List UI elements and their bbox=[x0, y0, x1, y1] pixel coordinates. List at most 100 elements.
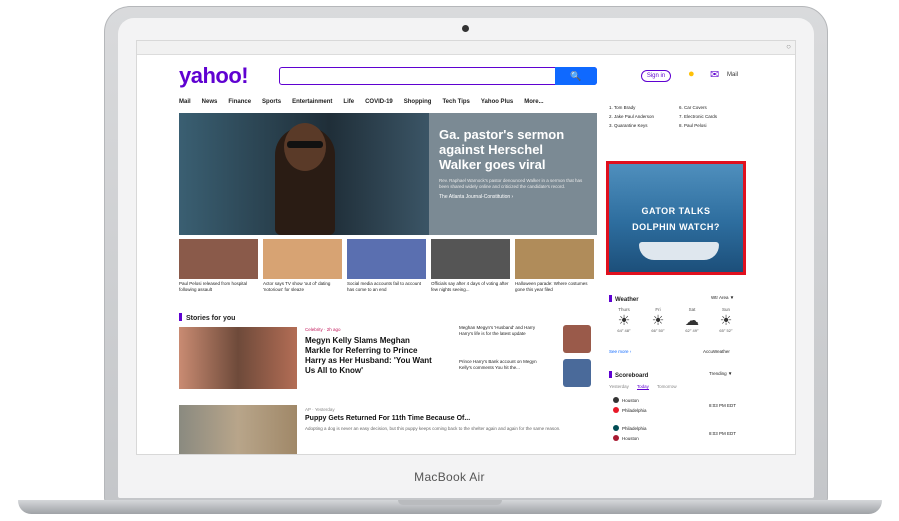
stories-heading: Stories for you bbox=[179, 313, 235, 322]
thumb-caption: Social media accounts fail to account ha… bbox=[347, 281, 422, 292]
yahoo-logo[interactable]: yahoo! bbox=[179, 63, 249, 89]
story-image[interactable] bbox=[179, 405, 297, 454]
side-story[interactable]: Meghan Megyn's 'Husband' and Harry Harry… bbox=[459, 325, 549, 337]
story-title[interactable]: Megyn Kelly Slams Meghan Markle for Refe… bbox=[305, 336, 435, 376]
trending-item[interactable]: 3. Quarantine Keys bbox=[609, 123, 679, 128]
thumb-image bbox=[431, 239, 510, 279]
team-name: Philadelphia bbox=[622, 408, 647, 413]
team-logo-icon bbox=[613, 397, 619, 403]
thumb-image bbox=[263, 239, 342, 279]
team-logo-icon bbox=[613, 407, 619, 413]
team-logo-icon bbox=[613, 435, 619, 441]
nav-item[interactable]: Sports bbox=[262, 99, 281, 109]
thumb-story[interactable]: Paul Pelosi released from hospital follo… bbox=[179, 239, 258, 293]
scoreboard-filter[interactable]: Trending ▼ bbox=[709, 371, 732, 376]
search-button[interactable]: 🔍 bbox=[555, 67, 597, 85]
trending-row: 1. Tom Brady 6. Car Covers bbox=[609, 105, 749, 110]
hero-description: Rev. Raphael Warnock's pastor denounced … bbox=[439, 178, 583, 189]
side-story-image[interactable] bbox=[563, 359, 591, 387]
hero-title[interactable]: Ga. pastor's sermon against Herschel Wal… bbox=[439, 127, 587, 172]
bell-icon[interactable]: ● bbox=[688, 68, 695, 80]
trending-item[interactable]: 8. Paul Pelosi bbox=[679, 123, 749, 128]
tab-yesterday[interactable]: Yesterday bbox=[609, 384, 629, 390]
laptop-notch bbox=[398, 500, 502, 505]
game-time: 8:03 PM EDT bbox=[709, 403, 737, 408]
weather-day: Fri ☀ 66° 50° bbox=[643, 307, 673, 333]
mail-icon[interactable]: ✉ bbox=[710, 68, 719, 81]
team-row[interactable]: Houston bbox=[613, 435, 639, 441]
sun-icon: ☀ bbox=[719, 312, 733, 328]
story-title[interactable]: Puppy Gets Returned For 11th Time Becaus… bbox=[305, 415, 595, 422]
team-name: Houston bbox=[622, 398, 639, 403]
cloud-icon: ☁ bbox=[685, 312, 699, 328]
team-logo-icon bbox=[613, 425, 619, 431]
signin-button[interactable]: Sign in bbox=[641, 70, 671, 82]
scoreboard-heading: Scoreboard bbox=[609, 371, 648, 379]
weather-day: Thurs ☀ 64° 48° bbox=[609, 307, 639, 333]
browser-bar: ○ bbox=[137, 41, 795, 55]
hero-story[interactable]: Ga. pastor's sermon against Herschel Wal… bbox=[179, 113, 597, 235]
weather-day: Sun ☀ 65° 52° bbox=[711, 307, 741, 333]
boat-image bbox=[639, 242, 719, 260]
nav-item[interactable]: Yahoo Plus bbox=[481, 99, 513, 109]
thumb-caption: Paul Pelosi released from hospital follo… bbox=[179, 281, 248, 292]
trending-row: 3. Quarantine Keys 8. Paul Pelosi bbox=[609, 123, 749, 128]
trending-row: 2. Jake Paul Anderson 7. Electronic Card… bbox=[609, 114, 749, 119]
team-row[interactable]: Philadelphia bbox=[613, 407, 647, 413]
team-row[interactable]: Houston bbox=[613, 397, 639, 403]
nav-item[interactable]: More... bbox=[524, 99, 543, 109]
ad-headline: GATOR TALKS bbox=[641, 206, 711, 216]
thumb-story[interactable]: Halloween parade: Where costumes gone th… bbox=[515, 239, 594, 293]
thumb-story[interactable]: Social media accounts fail to account ha… bbox=[347, 239, 426, 293]
nav-item[interactable]: Mail bbox=[179, 99, 191, 109]
nav-item[interactable]: News bbox=[202, 99, 218, 109]
weather-temps: 64° 48° bbox=[617, 328, 631, 333]
hero-source[interactable]: The Atlanta Journal-Constitution › bbox=[439, 194, 587, 200]
close-icon[interactable]: ○ bbox=[786, 42, 791, 51]
trending-item[interactable]: 6. Car Covers bbox=[679, 105, 749, 110]
thumb-image bbox=[515, 239, 594, 279]
camera-icon bbox=[462, 25, 469, 32]
weather-heading: Weather bbox=[609, 295, 639, 303]
nav-item[interactable]: Life bbox=[343, 99, 354, 109]
side-story-image[interactable] bbox=[563, 325, 591, 353]
tab-today[interactable]: Today bbox=[636, 384, 649, 390]
weather-day: Sat ☁ 62° 49° bbox=[677, 307, 707, 333]
mail-label[interactable]: Mail bbox=[727, 72, 738, 78]
weather-location[interactable]: Wtr Area ▼ bbox=[711, 295, 734, 300]
thumb-image bbox=[347, 239, 426, 279]
team-name: Houston bbox=[622, 436, 639, 441]
thumb-caption: Actor says TV show 'out of' dating 'noto… bbox=[263, 281, 331, 292]
nav-item[interactable]: Finance bbox=[228, 99, 251, 109]
search-input[interactable] bbox=[279, 67, 597, 85]
trending-item[interactable]: 1. Tom Brady bbox=[609, 105, 679, 110]
thumb-story[interactable]: Actor says TV show 'out of' dating 'noto… bbox=[263, 239, 342, 293]
thumb-row: Paul Pelosi released from hospital follo… bbox=[179, 239, 597, 293]
scoreboard-tabs: Yesterday Today Tomorrow bbox=[609, 384, 677, 390]
main-nav: Mail News Finance Sports Entertainment L… bbox=[179, 99, 544, 109]
stage: MacBook Air ○ yahoo! 🔍 Sign in ● ✉ Mail … bbox=[0, 0, 899, 521]
nav-item[interactable]: Entertainment bbox=[292, 99, 332, 109]
side-story[interactable]: Prince Harry's Bank account on Megyn Kel… bbox=[459, 359, 549, 371]
thumb-story[interactable]: Officials say after 4 days of voting aft… bbox=[431, 239, 510, 293]
nav-item[interactable]: Shopping bbox=[404, 99, 432, 109]
nav-item[interactable]: COVID-19 bbox=[365, 99, 393, 109]
team-name: Philadelphia bbox=[622, 426, 647, 431]
story-image[interactable] bbox=[179, 327, 297, 389]
tab-tomorrow[interactable]: Tomorrow bbox=[657, 384, 677, 390]
weather-more-link[interactable]: See more › bbox=[609, 349, 631, 354]
screen: ○ yahoo! 🔍 Sign in ● ✉ Mail Mail News Fi… bbox=[136, 40, 796, 455]
hero-text-panel: Ga. pastor's sermon against Herschel Wal… bbox=[429, 113, 597, 235]
game-time: 8:03 PM EDT bbox=[709, 431, 737, 436]
team-row[interactable]: Philadelphia bbox=[613, 425, 647, 431]
nav-item[interactable]: Tech Tips bbox=[442, 99, 469, 109]
sun-icon: ☀ bbox=[651, 312, 665, 328]
story-meta: Celebrity · 2h ago bbox=[305, 327, 341, 332]
ad-subheadline: DOLPHIN WATCH? bbox=[632, 222, 720, 232]
ad-banner[interactable]: GATOR TALKS DOLPHIN WATCH? bbox=[606, 161, 746, 275]
trending-item[interactable]: 2. Jake Paul Anderson bbox=[609, 114, 679, 119]
weather-temps: 66° 50° bbox=[651, 328, 665, 333]
weather-temps: 65° 52° bbox=[719, 328, 733, 333]
trending-item[interactable]: 7. Electronic Cards bbox=[679, 114, 749, 119]
sun-icon: ☀ bbox=[617, 312, 631, 328]
